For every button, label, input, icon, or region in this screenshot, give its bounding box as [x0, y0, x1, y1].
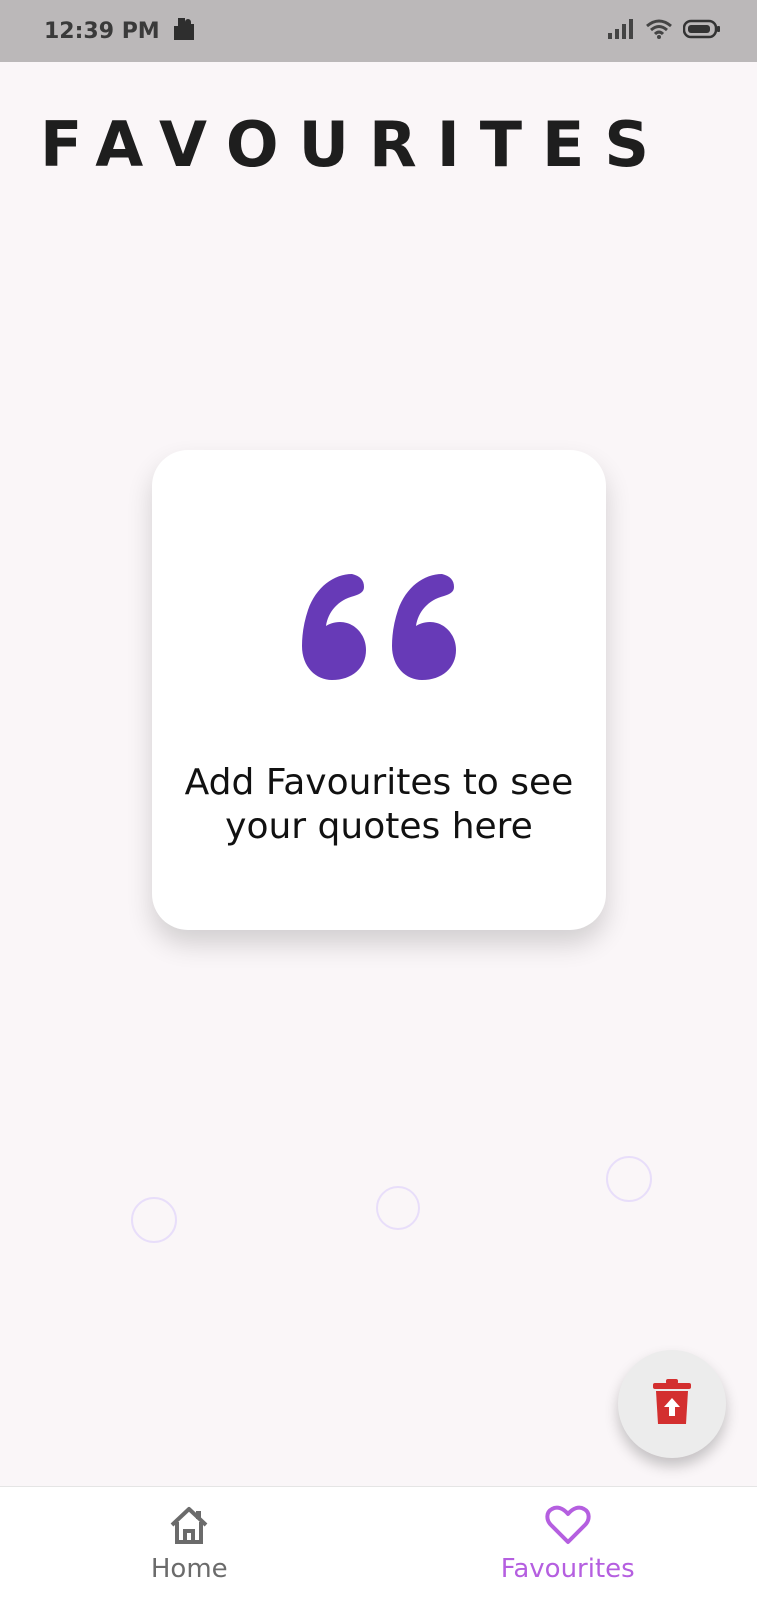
- empty-state-message: Add Favourites to see your quotes here: [184, 762, 574, 847]
- nav-item-home[interactable]: Home: [0, 1487, 379, 1600]
- nav-item-favourites[interactable]: Favourites: [379, 1487, 757, 1600]
- decorative-bubble: [131, 1197, 177, 1243]
- status-time: 12:39 PM: [44, 18, 160, 44]
- signal-icon: [607, 18, 635, 45]
- quote-icon: [294, 562, 464, 689]
- delete-upload-icon: [652, 1378, 692, 1431]
- clear-favourites-button[interactable]: [618, 1350, 726, 1458]
- wifi-icon: [645, 18, 673, 45]
- notification-icon: [172, 16, 196, 47]
- nav-label-home: Home: [150, 1554, 228, 1584]
- empty-favourites-card: Add Favourites to see your quotes here: [152, 450, 606, 930]
- decorative-bubble: [376, 1186, 420, 1230]
- status-left: 12:39 PM: [44, 16, 196, 47]
- page-title: FAVOURITES: [40, 108, 670, 181]
- decorative-bubble: [606, 1156, 652, 1202]
- status-bar: 12:39 PM: [0, 0, 757, 62]
- home-icon: [168, 1505, 210, 1550]
- heart-icon: [545, 1505, 591, 1550]
- nav-label-favourites: Favourites: [500, 1554, 635, 1584]
- battery-icon: [682, 18, 721, 45]
- bottom-navigation: Home Favourites: [0, 1486, 757, 1600]
- status-right: [607, 18, 721, 45]
